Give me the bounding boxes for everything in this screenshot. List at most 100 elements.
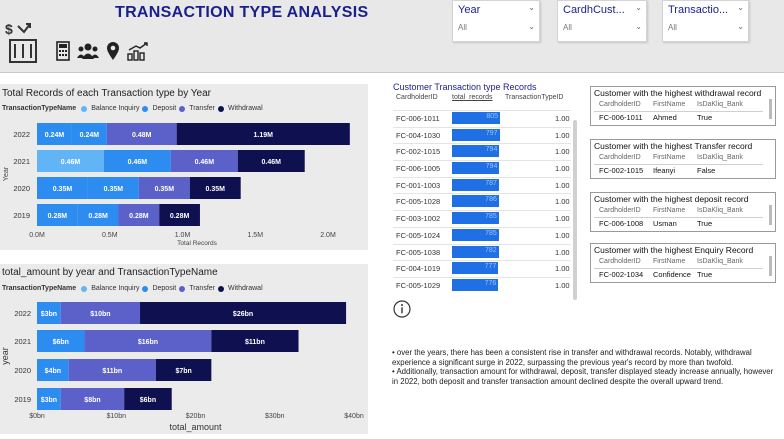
insight-point: • Additionally, transaction amount for w… bbox=[392, 367, 774, 386]
data-label: $11bn bbox=[245, 339, 265, 346]
data-label: $6bn bbox=[140, 397, 156, 404]
insight-text: • over the years, there has been a consi… bbox=[392, 348, 775, 386]
table-header-total-records[interactable]: total_records bbox=[452, 94, 492, 101]
table-row[interactable]: FC-004-1030 797 1.00 bbox=[393, 126, 571, 144]
total-records-value: 797 bbox=[485, 129, 498, 137]
chevron-down-icon[interactable]: ⌄ bbox=[737, 3, 744, 12]
table-scrollbar[interactable] bbox=[573, 120, 577, 300]
year-tick-label: 2022 bbox=[14, 309, 31, 318]
type-id-cell: 1.00 bbox=[555, 280, 570, 290]
year-tick-label: 2021 bbox=[13, 157, 30, 166]
total-records-value: 785 bbox=[485, 229, 497, 237]
chart-title: Total Records of each Transaction type b… bbox=[2, 88, 212, 99]
total-records-bar: 794 bbox=[452, 145, 500, 158]
card-header: IsDaKliq_Bank bbox=[697, 154, 743, 161]
table-body: FC-006-1011 805 1.00 FC-004-1030 797 1.00 FC-0… bbox=[393, 110, 571, 294]
card-scrollbar[interactable] bbox=[769, 256, 772, 276]
nav-icon-bar bbox=[56, 40, 149, 66]
legend-title: TransactionTypeName bbox=[2, 285, 77, 292]
data-label: 0.28M bbox=[170, 213, 190, 220]
cardholder-id-cell: FC-005-1028 bbox=[396, 197, 441, 207]
calculator-icon[interactable] bbox=[56, 40, 70, 66]
data-label: $3bn bbox=[41, 311, 57, 318]
svg-text:$: $ bbox=[5, 21, 13, 37]
card-title: Customer with the highest Enquiry Record bbox=[594, 245, 754, 255]
transaction-type-slicer[interactable]: Transactio... ⌄ All ⌄ bbox=[662, 0, 749, 42]
location-pin-icon[interactable] bbox=[106, 41, 120, 66]
deposit-card: Customer with the highest deposit record… bbox=[590, 192, 776, 232]
card-title: Customer with the highest Transfer recor… bbox=[594, 141, 753, 151]
data-label: 0.24M bbox=[80, 132, 100, 139]
data-label: 0.46M bbox=[262, 159, 282, 166]
table-row[interactable]: FC-005-1028 786 1.00 bbox=[393, 193, 571, 210]
chevron-down-icon[interactable]: ⌄ bbox=[635, 22, 642, 31]
cardholder-slicer[interactable]: CardhCust... ⌄ All ⌄ bbox=[557, 0, 647, 42]
chevron-down-icon[interactable]: ⌄ bbox=[528, 22, 535, 31]
data-label: 0.24M bbox=[45, 132, 65, 139]
x-axis-title: Total Records bbox=[177, 240, 217, 247]
amount-bar-chart: 2022 $3bn $10bn $26bn 2021 $6bn $16bn $11bn 2020… bbox=[0, 302, 364, 432]
table-row[interactable]: FC-005-1029 776 1.00 bbox=[393, 276, 571, 294]
year-tick-label: 2021 bbox=[14, 337, 31, 346]
data-label: $8bn bbox=[84, 397, 100, 404]
card-value: Ifeanyi bbox=[653, 166, 676, 175]
year-slicer[interactable]: Year ⌄ All ⌄ bbox=[452, 0, 540, 42]
table-row[interactable]: FC-001-1003 787 1.00 bbox=[393, 176, 571, 194]
table-header-cardholder[interactable]: CardholderID bbox=[396, 94, 438, 101]
chart-legend: TransactionTypeName Balance Inquiry Depo… bbox=[2, 285, 263, 292]
slicer-label: Year bbox=[458, 4, 481, 16]
people-icon[interactable] bbox=[77, 42, 99, 65]
x-tick-label: 0.0M bbox=[29, 232, 45, 239]
type-id-cell: 1.00 bbox=[555, 164, 570, 174]
x-tick-label: 2.0M bbox=[320, 232, 336, 239]
table-row[interactable]: FC-005-1024 785 1.00 bbox=[393, 226, 571, 244]
table-row[interactable]: FC-003-1002 785 1.00 bbox=[393, 210, 571, 227]
legend-title: TransactionTypeName bbox=[2, 105, 77, 112]
table-row[interactable]: FC-006-1011 805 1.00 bbox=[393, 110, 571, 127]
card-header: CardholderID bbox=[599, 207, 641, 214]
table-row[interactable]: FC-005-1038 782 1.00 bbox=[393, 243, 571, 261]
type-id-cell: 1.00 bbox=[555, 247, 570, 257]
table-title: Customer Transaction type Records bbox=[393, 82, 537, 92]
cardholder-id-cell: FC-001-1003 bbox=[396, 180, 441, 190]
card-value: Confidence bbox=[653, 270, 691, 279]
card-scrollbar[interactable] bbox=[769, 99, 772, 119]
card-scrollbar[interactable] bbox=[769, 205, 772, 225]
chevron-down-icon[interactable]: ⌄ bbox=[528, 3, 535, 12]
type-id-cell: 1.00 bbox=[555, 214, 570, 224]
data-label: 0.28M bbox=[129, 213, 149, 220]
x-tick-label: $10bn bbox=[107, 413, 127, 420]
chevron-down-icon[interactable]: ⌄ bbox=[737, 22, 744, 31]
card-header: FirstName bbox=[653, 207, 686, 214]
total-records-value: 787 bbox=[485, 179, 497, 187]
legend-item: Balance Inquiry bbox=[91, 105, 140, 112]
data-label: $6bn bbox=[53, 339, 69, 346]
growth-chart-icon[interactable] bbox=[127, 41, 149, 66]
table-row[interactable]: FC-002-1015 794 1.00 bbox=[393, 143, 571, 160]
card-value: True bbox=[697, 219, 713, 228]
card-header: FirstName bbox=[653, 258, 686, 265]
data-label: 0.28M bbox=[48, 213, 68, 220]
type-id-cell: 1.00 bbox=[555, 180, 570, 190]
data-label: 0.35M bbox=[104, 186, 124, 193]
card-header: CardholderID bbox=[599, 101, 641, 108]
total-records-value: 794 bbox=[485, 146, 498, 154]
total-records-bar: 794 bbox=[452, 162, 500, 175]
total-records-bar: 787 bbox=[452, 178, 499, 191]
insight-point: • over the years, there has been a consi… bbox=[392, 348, 752, 367]
year-tick-label: 2020 bbox=[14, 366, 31, 375]
table-row[interactable]: FC-004-1019 777 1.00 bbox=[393, 260, 571, 277]
table-header-type-id[interactable]: TransactionTypeID bbox=[505, 94, 564, 101]
type-id-cell: 1.00 bbox=[555, 264, 570, 274]
data-label: 1.19M bbox=[254, 132, 274, 139]
data-label: $16bn bbox=[138, 339, 158, 346]
card-value: FC-002-1034 bbox=[599, 270, 644, 279]
chevron-down-icon[interactable]: ⌄ bbox=[635, 3, 642, 12]
total-records-bar: 777 bbox=[452, 262, 499, 275]
cardholder-id-cell: FC-006-1005 bbox=[396, 164, 441, 174]
table-row[interactable]: FC-006-1005 794 1.00 bbox=[393, 160, 571, 177]
withdrawal-card: Customer with the highest withdrawal rec… bbox=[590, 86, 776, 126]
legend-item: Deposit bbox=[152, 285, 177, 292]
type-id-cell: 1.00 bbox=[555, 114, 570, 123]
card-value: Ahmed bbox=[653, 113, 677, 122]
